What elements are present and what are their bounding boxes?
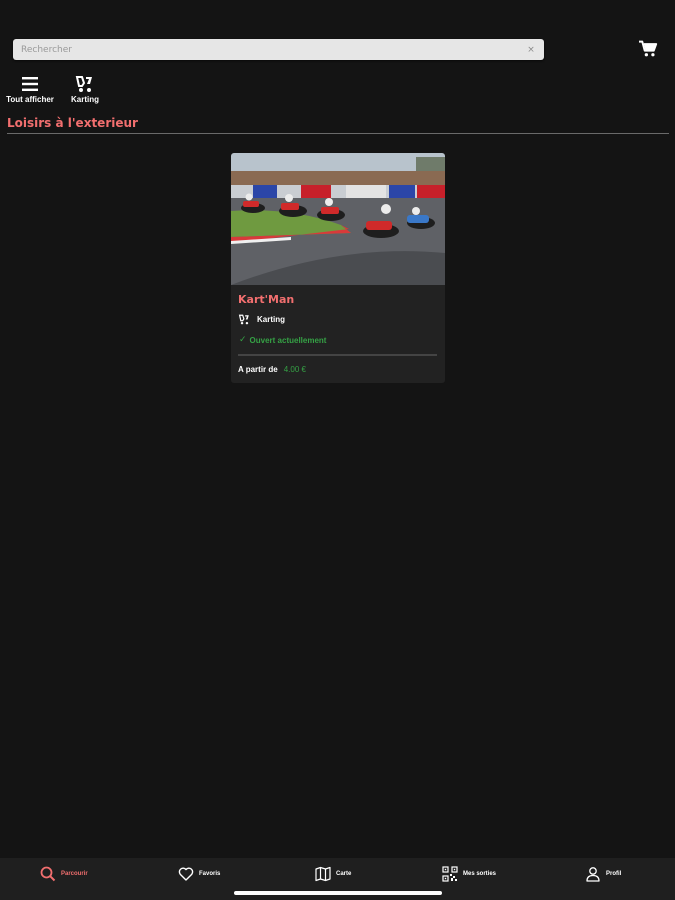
category-all[interactable]: Tout afficher xyxy=(6,75,54,104)
nav-parcourir[interactable]: Parcourir xyxy=(40,866,88,882)
open-status: ✓ Ouvert actuellement xyxy=(239,335,326,345)
price-value: 4.00 € xyxy=(283,365,306,374)
nav-label: Carte xyxy=(336,871,352,877)
search-bar[interactable]: × xyxy=(13,39,544,60)
nav-label: Parcourir xyxy=(61,871,88,877)
user-icon xyxy=(586,867,600,882)
qr-code-icon xyxy=(442,866,458,882)
nav-label: Favoris xyxy=(199,871,221,877)
nav-favoris[interactable]: Favoris xyxy=(178,866,220,882)
home-indicator xyxy=(234,891,442,895)
card-price: A partir de 4.00 € xyxy=(238,365,306,374)
cart-icon[interactable] xyxy=(638,40,658,58)
check-icon: ✓ xyxy=(239,335,247,345)
karting-icon xyxy=(75,76,92,92)
list-icon xyxy=(22,77,38,91)
card-title: Kart'Man xyxy=(238,293,295,306)
nav-carte[interactable]: Carte xyxy=(315,866,351,882)
search-input[interactable] xyxy=(21,44,526,55)
price-label: A partir de xyxy=(238,365,278,374)
nav-label: Profil xyxy=(606,871,622,877)
heart-icon xyxy=(178,867,194,881)
search-icon xyxy=(40,866,56,882)
category-label: Karting xyxy=(71,95,99,104)
go-kart-race-photo xyxy=(231,153,445,285)
nav-label: Mes sorties xyxy=(463,871,497,877)
card-type: Karting xyxy=(238,314,285,325)
activity-card[interactable]: Kart'Man Karting ✓ Ouvert actuellement A… xyxy=(231,153,445,383)
section-divider xyxy=(7,133,669,134)
status-text: Ouvert actuellement xyxy=(249,335,327,345)
card-divider xyxy=(238,354,437,356)
category-karting[interactable]: Karting xyxy=(68,75,102,104)
map-icon xyxy=(315,866,331,882)
section-title: Loisirs à l'exterieur xyxy=(7,116,138,130)
category-label: Tout afficher xyxy=(6,95,54,104)
nav-profil[interactable]: Profil xyxy=(585,866,621,882)
card-type-label: Karting xyxy=(257,315,285,324)
karting-icon xyxy=(238,314,249,325)
clear-search-button[interactable]: × xyxy=(526,45,536,55)
nav-mes-sorties[interactable]: Mes sorties xyxy=(442,866,496,882)
